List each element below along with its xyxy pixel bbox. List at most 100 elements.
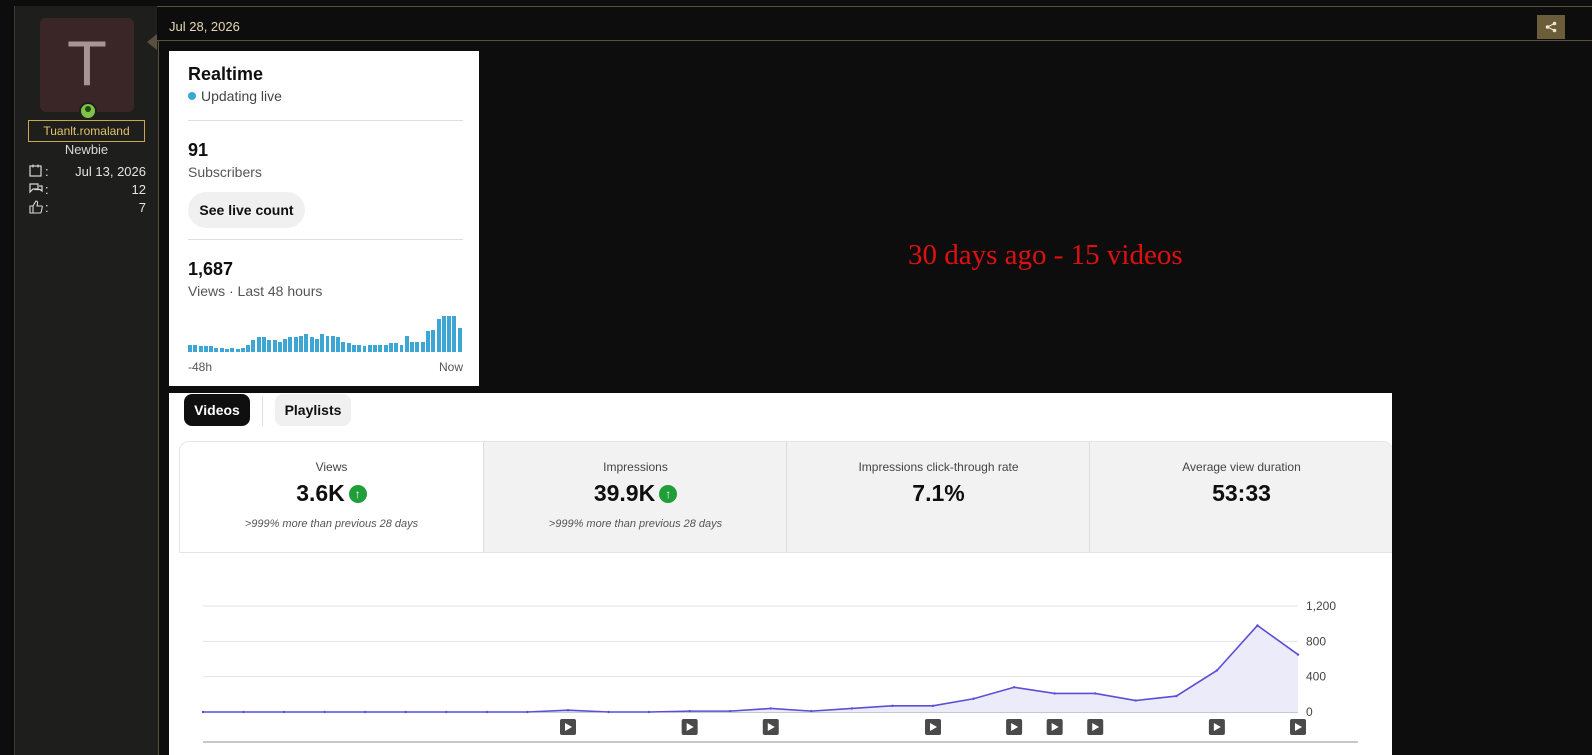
video-marker-icon[interactable] (1087, 719, 1104, 735)
data-point (323, 710, 326, 714)
sparkline-bar (256, 337, 261, 352)
divider (188, 239, 463, 240)
data-point (891, 704, 894, 708)
data-point (1296, 653, 1300, 656)
views-sparkline[interactable] (188, 316, 463, 352)
reactions-stat: : 7 (29, 200, 146, 216)
sparkline-bar (235, 349, 240, 352)
sparkline-bar (188, 344, 192, 352)
metric-value: 7.1% (912, 480, 965, 506)
metric-label: Average view duration (1182, 460, 1301, 474)
post-pointer (147, 34, 157, 50)
sparkline-bar (304, 334, 309, 352)
sparkline-bar (362, 346, 367, 352)
sparkline-bar (394, 343, 399, 352)
share-button[interactable] (1537, 15, 1565, 39)
video-marker-icon[interactable] (1006, 719, 1023, 735)
messages-icon (29, 182, 45, 198)
data-point (647, 710, 651, 714)
sparkline-bar (351, 344, 356, 352)
data-point (242, 710, 245, 714)
series-area (203, 625, 1298, 712)
video-marker-icon[interactable] (925, 719, 941, 735)
data-point (972, 697, 975, 700)
sparkline-bar (415, 341, 420, 352)
sparkline-bar (373, 344, 378, 352)
metric-impressions[interactable]: Impressions 39.9K ↑ >999% more than previ… (483, 442, 787, 552)
username-badge[interactable]: Tuanlt.romaland (28, 120, 145, 142)
sparkline-bar (410, 341, 415, 352)
sparkline-bar (388, 343, 393, 352)
sparkline-bar (425, 331, 430, 352)
joined-date: Jul 13, 2026 (75, 164, 146, 179)
data-point (688, 709, 691, 713)
data-point (1012, 686, 1016, 689)
post-date[interactable]: Jul 28, 2026 (169, 19, 240, 34)
metric-label: Impressions click-through rate (858, 460, 1019, 474)
metric-avg-view-duration[interactable]: Average view duration 53:33 (1089, 442, 1392, 552)
data-point (1215, 669, 1219, 672)
video-marker-icon[interactable] (560, 719, 576, 735)
subscriber-count: 91 (188, 140, 209, 160)
see-live-count-button[interactable]: See live count (188, 192, 305, 228)
sparkline-bar (346, 343, 351, 352)
post-caption: 30 days ago - 15 videos (908, 239, 1183, 271)
views-chart[interactable]: 1,200 800 400 0 (169, 553, 1392, 755)
sparkline-bar (336, 337, 341, 352)
video-marker-icon[interactable] (1208, 719, 1225, 735)
sparkline-bar (320, 334, 325, 352)
trend-up-icon: ↑ (659, 485, 678, 503)
subscribers-label: Subscribers (188, 164, 262, 180)
sparkline-bar (230, 347, 235, 352)
sparkline-bar (288, 337, 293, 352)
trend-up-icon: ↑ (348, 485, 367, 503)
y-tick-label: 800 (1306, 634, 1326, 648)
data-point (526, 710, 529, 714)
sparkline-bar (209, 346, 214, 352)
sparkline-bar (267, 340, 272, 352)
live-status: Updating live (188, 88, 282, 104)
user-title: Newbie (64, 142, 109, 157)
data-point (485, 710, 489, 714)
data-point (445, 710, 448, 714)
joined-stat: : Jul 13, 2026 (29, 164, 146, 180)
sparkline-bar (383, 344, 388, 352)
video-marker-icon[interactable] (1046, 719, 1063, 735)
metric-value: 39.9K (593, 480, 656, 506)
tab-playlists[interactable]: Playlists (275, 394, 351, 426)
metric-ctr[interactable]: Impressions click-through rate 7.1% (786, 442, 1090, 552)
sparkline-bar (262, 337, 266, 352)
metric-value: 53:33 (1212, 480, 1271, 506)
live-dot-icon (188, 92, 196, 100)
video-marker-icon[interactable] (762, 719, 779, 735)
y-tick-label: 0 (1306, 705, 1313, 719)
sparkline-bar (452, 316, 457, 352)
video-marker-icon[interactable] (1290, 719, 1306, 735)
sparkline-start-label: -48h (188, 360, 213, 374)
avatar-letter: T (68, 30, 106, 100)
sparkline-bar (251, 340, 256, 352)
views-label: Views · Last 48 hours (188, 283, 323, 299)
sparkline-bar (367, 344, 372, 352)
metric-label: Impressions (603, 460, 668, 474)
online-status-icon (79, 102, 97, 120)
y-tick-label: 1,200 (1306, 599, 1336, 613)
live-status-text: Updating live (201, 88, 282, 104)
video-marker-icon[interactable] (681, 719, 698, 735)
data-point (1053, 692, 1056, 695)
sparkline-bar (293, 337, 298, 352)
sparkline-bar (246, 344, 251, 352)
sparkline-bar (240, 347, 245, 352)
sparkline-bar (399, 344, 404, 352)
sparkline-bar (457, 328, 462, 352)
avatar[interactable]: T (40, 18, 134, 112)
data-point (1256, 624, 1259, 627)
sparkline-bar (225, 349, 229, 352)
analytics-panel: Videos Playlists Views 3.6K ↑ >999% more … (169, 393, 1392, 755)
metric-views[interactable]: Views 3.6K ↑ >999% more than previous 28 … (180, 442, 483, 552)
data-point (566, 709, 570, 712)
tab-videos[interactable]: Videos (184, 394, 250, 426)
sparkline-bar (378, 344, 383, 352)
data-point (282, 710, 286, 714)
data-point (850, 707, 854, 710)
